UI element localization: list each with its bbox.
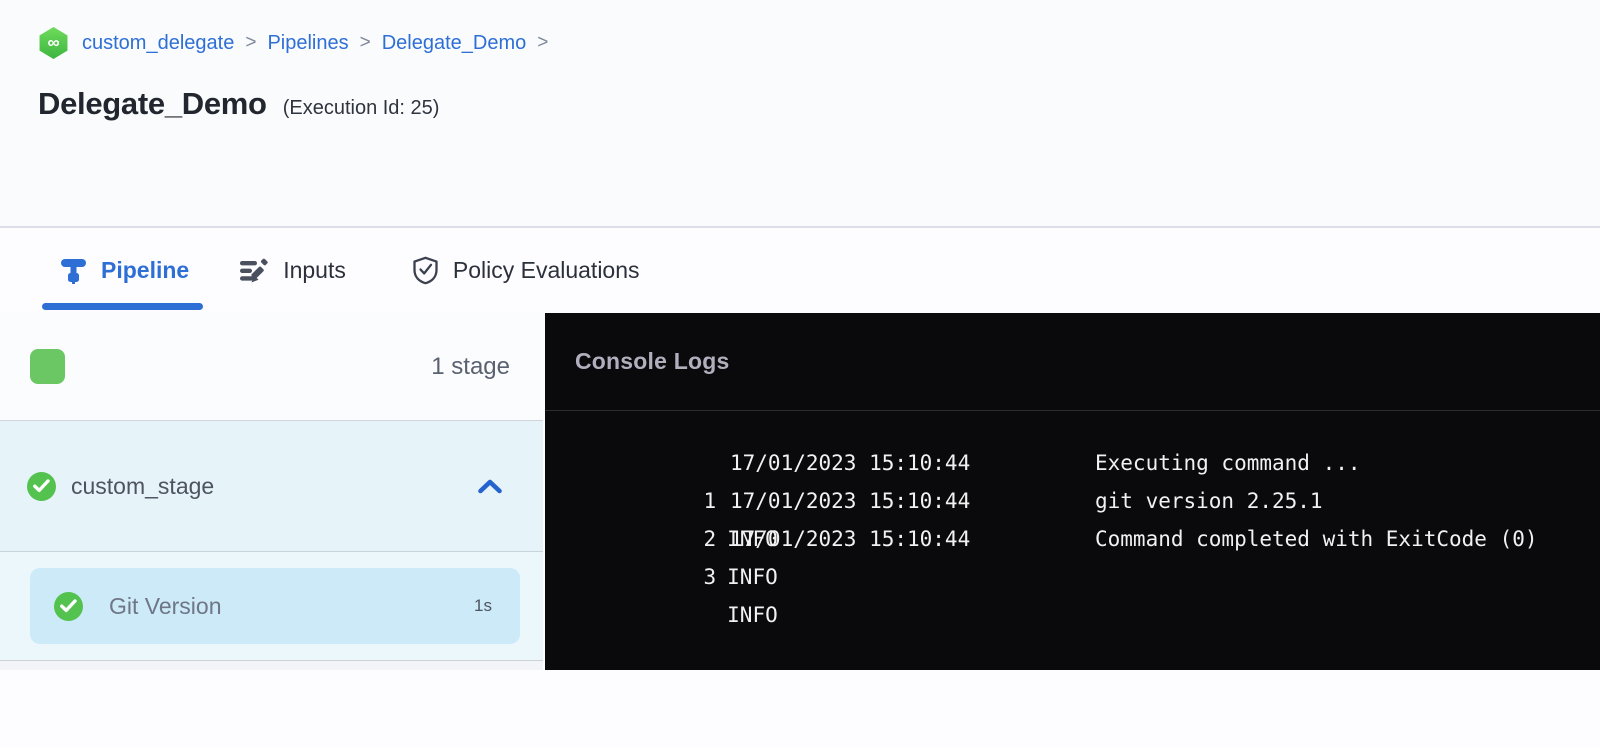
edit-lines-icon <box>239 258 269 284</box>
console-logs-header: Console Logs <box>545 313 1600 411</box>
tab-policy-evaluations[interactable]: Policy Evaluations <box>394 228 658 313</box>
tab-inputs[interactable]: Inputs <box>221 228 364 313</box>
active-tab-underline <box>42 303 203 310</box>
log-line-2: 2 INFO 17/01/2023 15:10:44 git version 2… <box>545 482 1600 520</box>
tab-label: Policy Evaluations <box>453 257 640 284</box>
tab-pipeline[interactable]: Pipeline <box>42 228 207 313</box>
log-message: Command completed with ExitCode (0) <box>1095 520 1538 558</box>
infinity-glyph: ∞ <box>47 33 59 53</box>
log-lines: 1 INFO 17/01/2023 15:10:44 Executing com… <box>545 411 1600 558</box>
log-message: Executing command ... <box>1095 444 1361 482</box>
panel-bottom-strip <box>0 661 543 670</box>
log-timestamp: 17/01/2023 15:10:44 <box>730 482 970 520</box>
stage-panel-header: 1 stage <box>0 313 543 421</box>
log-timestamp: 17/01/2023 15:10:44 <box>730 444 970 482</box>
breadcrumb-link-project[interactable]: custom_delegate <box>82 32 234 55</box>
log-line-1: 1 INFO 17/01/2023 15:10:44 Executing com… <box>545 444 1600 482</box>
stage-count-label: 1 stage <box>431 353 510 381</box>
step-row-git-version[interactable]: Git Version 1s <box>30 568 520 644</box>
page-title: Delegate_Demo <box>38 86 267 122</box>
log-level: INFO <box>727 565 778 589</box>
stage-minimap-square[interactable] <box>30 349 65 384</box>
chevron-up-icon[interactable] <box>478 479 502 494</box>
step-name: Git Version <box>109 593 222 620</box>
execution-id-label: (Execution Id: 25) <box>283 97 440 120</box>
stage-row-custom-stage[interactable]: custom_stage <box>0 421 543 552</box>
breadcrumb-link-pipelines[interactable]: Pipelines <box>267 32 348 55</box>
page-header: ∞ custom_delegate > Pipelines > Delegate… <box>0 0 1600 228</box>
log-timestamp: 17/01/2023 15:10:44 <box>730 520 970 558</box>
tab-label: Inputs <box>283 257 346 284</box>
steps-list: Git Version 1s <box>0 552 543 661</box>
shield-check-icon <box>412 256 439 285</box>
log-level: INFO <box>727 603 778 627</box>
success-check-icon <box>27 472 56 501</box>
execution-tabbar: Pipeline Inputs <box>0 228 1600 313</box>
log-line-3: 3 INFO 17/01/2023 15:10:44 Command compl… <box>545 520 1600 558</box>
pipeline-execution-page: ∞ custom_delegate > Pipelines > Delegate… <box>0 0 1600 670</box>
breadcrumb-separator: > <box>245 32 256 54</box>
title-row: Delegate_Demo (Execution Id: 25) <box>38 86 439 122</box>
breadcrumb-separator: > <box>360 32 371 54</box>
success-check-icon <box>54 592 83 621</box>
breadcrumb-separator: > <box>537 32 548 54</box>
log-line-number: 3 <box>702 558 716 596</box>
stage-name: custom_stage <box>71 473 214 500</box>
console-logs-title: Console Logs <box>575 348 729 375</box>
project-hexagon-icon: ∞ <box>38 27 69 59</box>
breadcrumb-link-pipeline[interactable]: Delegate_Demo <box>382 32 527 55</box>
stage-graph-panel: 1 stage custom_stage <box>0 313 543 670</box>
pipeline-icon <box>60 256 87 285</box>
step-duration: 1s <box>474 596 492 616</box>
breadcrumb: ∞ custom_delegate > Pipelines > Delegate… <box>38 27 548 59</box>
log-message: git version 2.25.1 <box>1095 482 1323 520</box>
console-logs-panel: Console Logs 1 INFO 17/01/2023 15:10:44 … <box>545 313 1600 670</box>
tab-label: Pipeline <box>101 257 189 284</box>
